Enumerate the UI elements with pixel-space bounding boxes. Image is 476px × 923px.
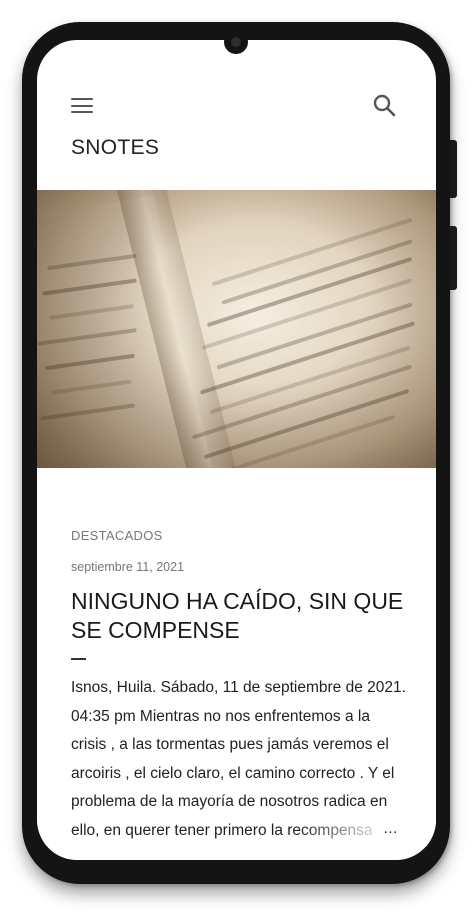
front-camera — [224, 30, 248, 54]
search-icon[interactable] — [372, 93, 398, 119]
excerpt-fade — [297, 815, 436, 847]
top-bar — [37, 90, 436, 126]
hero-vignette — [37, 190, 436, 468]
power-button — [450, 226, 457, 290]
site-title[interactable]: SNOTES — [71, 136, 159, 160]
post-category[interactable]: DESTACADOS — [71, 528, 163, 543]
volume-button — [450, 140, 457, 198]
book-page-photo[interactable] — [37, 190, 436, 468]
menu-icon[interactable] — [71, 96, 93, 116]
read-more-ellipsis[interactable]: … — [383, 820, 399, 837]
post-date: septiembre 11, 2021 — [71, 560, 185, 574]
post-title[interactable]: NINGUNO HA CAÍDO, SIN QUE SE COMPENSE — [71, 587, 411, 645]
phone-screen: SNOTES DESTACADOS septiembre 11, 2021 NI… — [37, 40, 436, 860]
title-divider — [71, 658, 86, 660]
